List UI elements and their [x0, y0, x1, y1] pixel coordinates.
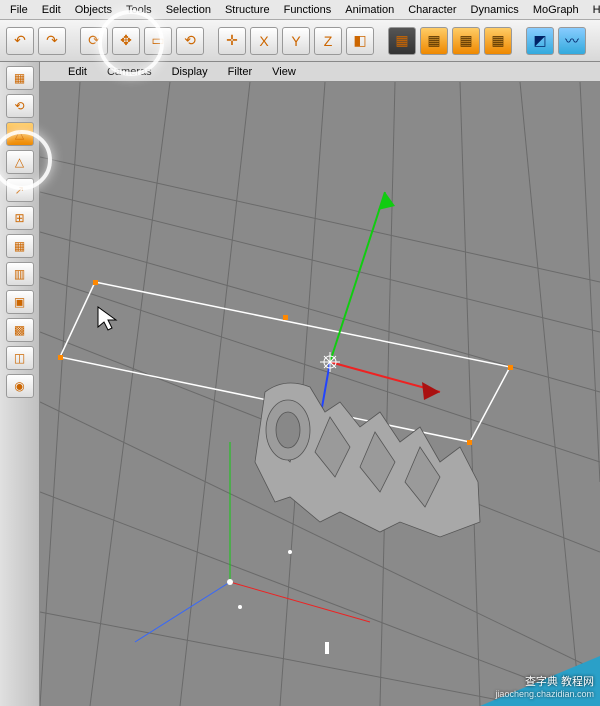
cursor-icon — [98, 307, 116, 330]
menu-tools[interactable]: Tools — [120, 2, 158, 18]
spline-button[interactable]: 〰 — [558, 27, 586, 55]
primitive-button[interactable]: ◩ — [526, 27, 554, 55]
menu-structure[interactable]: Structure — [219, 2, 276, 18]
menu-mograph[interactable]: MoGraph — [527, 2, 585, 18]
menu-dynamics[interactable]: Dynamics — [465, 2, 525, 18]
layout-button[interactable]: ▦ — [6, 66, 34, 90]
object-move-gizmo — [310, 192, 440, 430]
texture-button[interactable]: ↗ — [6, 178, 34, 202]
polygons-mode-button[interactable]: ▥ — [6, 262, 34, 286]
view-area: Edit Cameras Display Filter View — [40, 62, 600, 706]
points-mode-button[interactable]: ⊞ — [6, 206, 34, 230]
x-axis-button[interactable]: X — [250, 27, 278, 55]
isoline-button[interactable]: ▣ — [6, 290, 34, 314]
render-settings-button[interactable]: ▦ — [452, 27, 480, 55]
render-picture-button[interactable]: ▦ — [484, 27, 512, 55]
menu-file[interactable]: File — [4, 2, 34, 18]
tweak-button[interactable]: ▩ — [6, 318, 34, 342]
axis-button[interactable]: ✛ — [218, 27, 246, 55]
perspective-viewport[interactable]: 查字典 教程网 jiaocheng.chazidian.com — [40, 82, 600, 706]
menu-character[interactable]: Character — [402, 2, 462, 18]
vmenu-display[interactable]: Display — [164, 64, 216, 80]
viewport-menubar: Edit Cameras Display Filter View — [40, 62, 600, 82]
coord-system-button[interactable]: ◧ — [346, 27, 374, 55]
y-axis-button[interactable]: Y — [282, 27, 310, 55]
render-region-button[interactable]: ▦ — [420, 27, 448, 55]
menu-functions[interactable]: Functions — [278, 2, 338, 18]
move-tool-button[interactable]: ✥ — [112, 27, 140, 55]
menu-hair[interactable]: Hair — [587, 2, 600, 18]
menu-objects[interactable]: Objects — [69, 2, 118, 18]
scale-tool-button[interactable]: ▭ — [144, 27, 172, 55]
snap-button[interactable]: ◫ — [6, 346, 34, 370]
edges-mode-button[interactable]: ▦ — [6, 234, 34, 258]
redo-button[interactable]: ↷ — [38, 27, 66, 55]
vmenu-view[interactable]: View — [264, 64, 304, 80]
workplane-button[interactable]: ◉ — [6, 374, 34, 398]
undo-button[interactable]: ↶ — [6, 27, 34, 55]
history-button[interactable]: ⟲ — [6, 94, 34, 118]
left-toolbar: ▦ ⟲ △ △ ↗ ⊞ ▦ ▥ ▣ ▩ ◫ ◉ — [0, 62, 40, 706]
render-view-button[interactable]: ▦ — [388, 27, 416, 55]
watermark-text: 查字典 教程网 jiaocheng.chazidian.com — [495, 676, 594, 700]
model-mode-button[interactable]: △ — [6, 122, 34, 146]
object-axis-button[interactable]: △ — [6, 150, 34, 174]
z-axis-button[interactable]: Z — [314, 27, 342, 55]
vmenu-cameras[interactable]: Cameras — [99, 64, 160, 80]
mesh-object — [255, 383, 480, 537]
menu-animation[interactable]: Animation — [339, 2, 400, 18]
vmenu-filter[interactable]: Filter — [220, 64, 260, 80]
menu-selection[interactable]: Selection — [160, 2, 217, 18]
main-menubar: File Edit Objects Tools Selection Struct… — [0, 0, 600, 20]
main-toolbar: ↶ ↷ ⟳ ✥ ▭ ⟲ ✛ X Y Z ◧ ▦ ▦ ▦ ▦ ◩ 〰 — [0, 20, 600, 62]
vmenu-edit[interactable]: Edit — [60, 64, 95, 80]
viewport-content — [40, 82, 600, 706]
rotate-tool-button[interactable]: ⟲ — [176, 27, 204, 55]
live-select-button[interactable]: ⟳ — [80, 27, 108, 55]
menu-edit[interactable]: Edit — [36, 2, 67, 18]
